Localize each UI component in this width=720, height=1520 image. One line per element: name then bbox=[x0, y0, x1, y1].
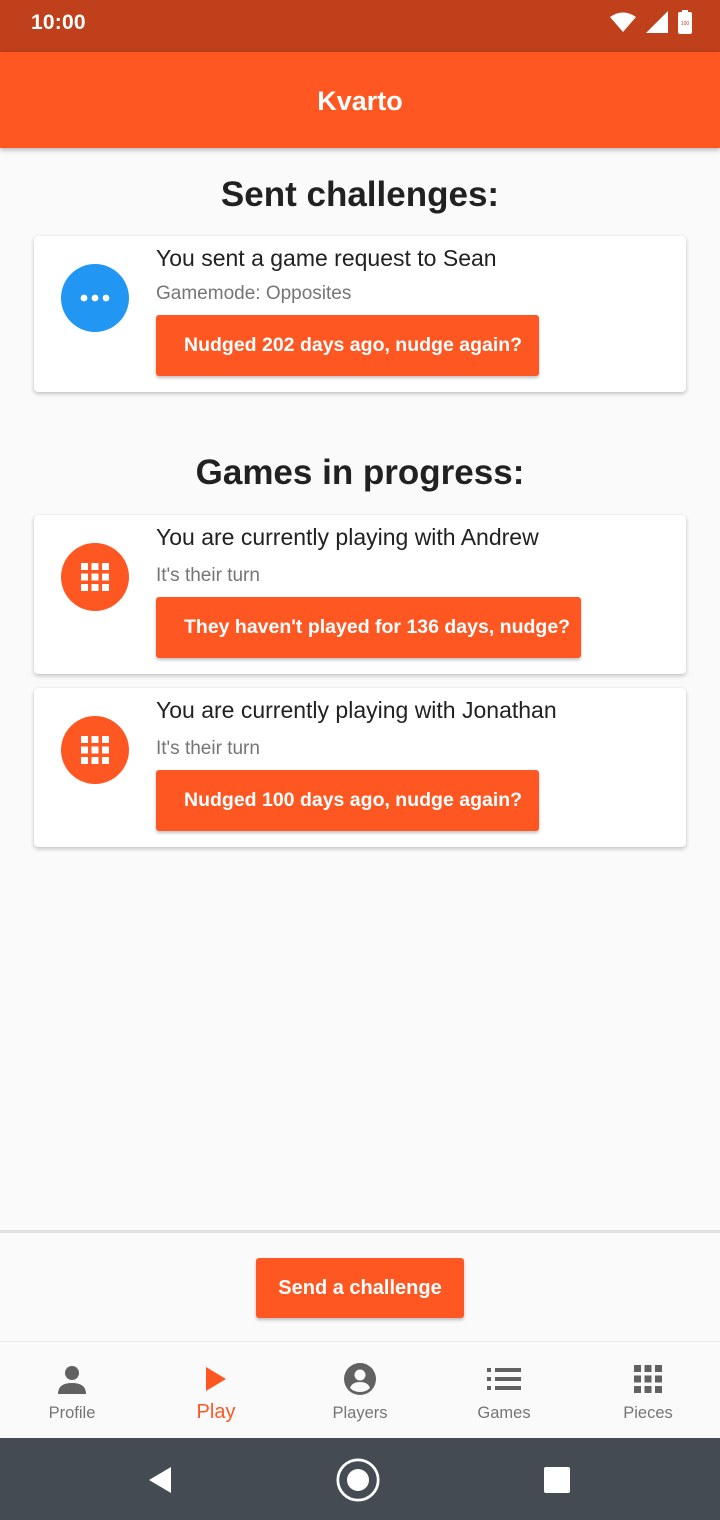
nav-label: Profile bbox=[48, 1404, 96, 1422]
grid-icon bbox=[631, 1362, 665, 1396]
list-icon bbox=[487, 1362, 521, 1396]
game-turn-status: It's their turn bbox=[156, 565, 260, 586]
app-title: Kvarto bbox=[317, 86, 403, 116]
sent-challenge-card[interactable]: You sent a game request to Sean Gamemode… bbox=[34, 236, 686, 392]
svg-text:100: 100 bbox=[681, 21, 690, 27]
game-avatar bbox=[61, 716, 129, 784]
wifi-icon bbox=[610, 12, 636, 32]
challenge-gamemode: Gamemode: Opposites bbox=[156, 283, 352, 304]
more-horiz-icon bbox=[80, 294, 110, 302]
sent-challenges-heading: Sent challenges: bbox=[220, 175, 500, 214]
person-icon bbox=[55, 1362, 89, 1396]
nav-play[interactable]: Play bbox=[144, 1342, 288, 1438]
send-challenge-button[interactable]: Send a challenge bbox=[256, 1258, 464, 1318]
nudge-jonathan-button[interactable]: Nudged 100 days ago, nudge again? bbox=[156, 770, 539, 831]
nudge-andrew-button[interactable]: They haven't played for 136 days, nudge? bbox=[156, 597, 581, 658]
account-circle-icon bbox=[343, 1362, 377, 1396]
bottom-navigation: Profile Play Players Games Pieces bbox=[0, 1341, 720, 1438]
status-time: 10:00 bbox=[31, 11, 86, 34]
back-icon bbox=[149, 1467, 171, 1493]
nav-players[interactable]: Players bbox=[288, 1342, 432, 1438]
game-turn-status: It's their turn bbox=[156, 738, 260, 759]
app-bar: Kvarto bbox=[0, 52, 720, 148]
nav-label: Games bbox=[477, 1404, 531, 1422]
nav-games[interactable]: Games bbox=[432, 1342, 576, 1438]
nav-pieces[interactable]: Pieces bbox=[576, 1342, 720, 1438]
home-icon bbox=[336, 1458, 380, 1502]
challenge-title: You sent a game request to Sean bbox=[156, 245, 497, 271]
home-button[interactable] bbox=[336, 1458, 380, 1502]
nav-label: Pieces bbox=[623, 1404, 673, 1422]
status-bar: 10:00 100 bbox=[0, 0, 720, 52]
game-card-andrew[interactable]: You are currently playing with Andrew It… bbox=[34, 515, 686, 674]
nudge-sean-button[interactable]: Nudged 202 days ago, nudge again? bbox=[156, 315, 539, 376]
pending-avatar bbox=[61, 264, 129, 332]
recents-icon bbox=[544, 1467, 570, 1493]
back-button[interactable] bbox=[138, 1458, 182, 1502]
system-navigation-bar bbox=[0, 1438, 720, 1520]
battery-icon: 100 bbox=[678, 10, 692, 34]
game-card-jonathan[interactable]: You are currently playing with Jonathan … bbox=[34, 688, 686, 847]
nav-label: Play bbox=[196, 1401, 236, 1423]
nav-label: Players bbox=[332, 1404, 388, 1422]
signal-icon bbox=[646, 11, 668, 33]
grid-icon bbox=[81, 736, 109, 764]
play-icon bbox=[199, 1362, 233, 1396]
status-icons: 100 bbox=[610, 10, 692, 34]
send-challenge-area: Send a challenge bbox=[0, 1233, 720, 1341]
game-title: You are currently playing with Andrew bbox=[156, 524, 539, 550]
grid-icon bbox=[81, 563, 109, 591]
game-title: You are currently playing with Jonathan bbox=[156, 697, 557, 723]
recents-button[interactable] bbox=[535, 1458, 579, 1502]
games-in-progress-heading: Games in progress: bbox=[195, 453, 525, 492]
game-avatar bbox=[61, 543, 129, 611]
nav-profile[interactable]: Profile bbox=[0, 1342, 144, 1438]
